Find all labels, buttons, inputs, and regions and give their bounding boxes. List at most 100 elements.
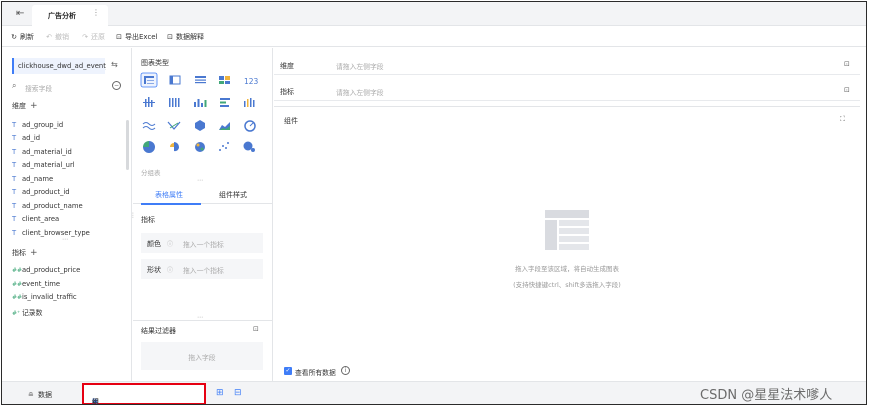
- redo-button[interactable]: ↷ 还原: [81, 32, 105, 42]
- map-chart-icon[interactable]: [195, 142, 205, 152]
- grouped-bar-icon[interactable]: [169, 98, 180, 107]
- dimension-field[interactable]: Tad_name: [12, 175, 53, 183]
- text-type-icon: T: [12, 148, 17, 156]
- area-chart-icon[interactable]: [219, 122, 230, 130]
- text-type-icon: T: [12, 229, 17, 237]
- lock-icon[interactable]: ⊡: [253, 325, 259, 333]
- combo-chart-icon[interactable]: [167, 121, 181, 130]
- text-type-icon: T: [12, 215, 17, 223]
- detail-table-icon[interactable]: [195, 76, 206, 84]
- switch-dataset-icon[interactable]: ⇆: [111, 60, 118, 69]
- empty-hint: 拖入字段至该区域，将自动生成图表: [515, 265, 619, 273]
- gauge-chart-icon[interactable]: [244, 120, 256, 132]
- dimension-field[interactable]: Tad_material_url: [12, 161, 75, 169]
- result-filter-section: 结果过滤器 ⊡ 拖入字段: [133, 320, 273, 381]
- add-metric-icon[interactable]: +: [30, 248, 38, 258]
- tab-data[interactable]: ≘ 数据: [28, 390, 52, 400]
- data-explain-button[interactable]: ⊡ 数据解释: [166, 32, 204, 42]
- expand-icon[interactable]: ⛶: [840, 115, 845, 124]
- kpi-number-icon[interactable]: 123: [244, 77, 259, 86]
- rose-chart-icon[interactable]: [170, 142, 180, 152]
- horizontal-bar-icon[interactable]: [220, 98, 230, 107]
- refresh-button[interactable]: ↻ 刷新: [10, 32, 34, 42]
- bar-chart-icon[interactable]: [143, 97, 155, 107]
- dimension-field[interactable]: Tad_id: [12, 134, 40, 142]
- toolbar: ↻ 刷新 ↶ 撤销 ↷ 还原 ⊡ 导出Excel ⊡ 数据解释: [2, 27, 866, 47]
- stacked-bar-icon[interactable]: [194, 99, 207, 107]
- field-search[interactable]: ⌕ 搜索字段 −: [12, 81, 121, 93]
- lock-icon[interactable]: ⊡: [844, 60, 850, 68]
- bubble-chart-icon[interactable]: [243, 141, 256, 153]
- chart-type-label: 图表类型: [141, 59, 169, 67]
- text-type-icon: T: [12, 134, 17, 142]
- tab-title: 广告分析: [48, 12, 76, 20]
- more-icon[interactable]: ⋮: [92, 8, 100, 17]
- watermark: CSDN @星星法术嗲人: [700, 388, 833, 403]
- empty-hint-shortcut: (支持快捷键ctrl、shift多选拖入字段): [513, 281, 621, 289]
- export-excel-button[interactable]: ⊡ 导出Excel: [115, 32, 157, 42]
- resize-grip-icon[interactable]: ⋯: [197, 177, 203, 184]
- svg-text:123: 123: [244, 77, 259, 86]
- radar-chart-icon[interactable]: [195, 120, 205, 131]
- add-widget-icon[interactable]: ⊞: [216, 388, 224, 398]
- exit-icon[interactable]: ⇤: [16, 8, 24, 19]
- pie-chart-icon[interactable]: [143, 141, 155, 153]
- dimension-field[interactable]: Tclient_area: [12, 215, 59, 223]
- help-icon[interactable]: ⓘ: [167, 239, 173, 248]
- info-icon[interactable]: i: [341, 366, 350, 375]
- numeric-type-icon: ##: [12, 294, 23, 301]
- dimension-field[interactable]: Tad_product_id: [12, 188, 70, 196]
- waterfall-icon[interactable]: [244, 98, 255, 107]
- field-panel: clickhouse_dwd_ad_event_... ⇆ ⌕ 搜索字段 − 维…: [2, 48, 132, 381]
- canvas-area: 维度 请拖入左侧字段 ⊡ 指标 请拖入左侧字段 ⊡ 组件 ⛶ 拖入字段至该区域，…: [274, 48, 866, 381]
- tab-table-properties[interactable]: 表格属性: [155, 190, 183, 200]
- dimension-field[interactable]: Tad_material_id: [12, 148, 72, 156]
- grouped-table-icon[interactable]: [219, 76, 230, 84]
- search-placeholder: 搜索字段: [25, 85, 53, 93]
- text-type-icon: T: [12, 121, 17, 129]
- tab-widget[interactable]: ▣组件: [82, 383, 206, 404]
- resize-grip-icon[interactable]: ⋯: [62, 236, 68, 243]
- filter-drop-zone[interactable]: 拖入字段: [141, 342, 263, 370]
- shape-drop-zone[interactable]: 形状 ⓘ 拖入一个指标: [141, 259, 263, 279]
- refresh-icon: ↻: [11, 33, 17, 41]
- metric-shelf[interactable]: 指标 请拖入左侧字段 ⊡: [274, 79, 860, 101]
- dimension-shelf[interactable]: 维度 请拖入左侧字段 ⊡: [274, 53, 860, 75]
- help-icon[interactable]: ⓘ: [167, 265, 173, 274]
- metric-field[interactable]: #⁺ 记录数: [12, 307, 42, 317]
- database-icon: ≘: [28, 391, 34, 399]
- group-table-label: 分组表: [141, 169, 161, 177]
- line-chart-icon[interactable]: [142, 122, 156, 130]
- metric-field[interactable]: ##is_invalid_traffic: [12, 293, 77, 301]
- dimension-field[interactable]: Tad_product_name: [12, 202, 83, 210]
- scatter-chart-icon[interactable]: [219, 142, 229, 151]
- add-dashboard-icon[interactable]: ⊟: [234, 388, 242, 398]
- lock-icon[interactable]: ⊡: [844, 86, 850, 94]
- cross-table-icon[interactable]: [169, 75, 181, 85]
- numeric-type-icon: ##: [12, 281, 23, 288]
- widget-canvas[interactable]: 组件 ⛶ 拖入字段至该区域，将自动生成图表 (支持快捷键ctrl、shift多选…: [274, 106, 860, 381]
- color-drop-zone[interactable]: 颜色 ⓘ 拖入一个指标: [141, 233, 263, 253]
- add-dimension-icon[interactable]: +: [30, 101, 38, 111]
- undo-icon: ↶: [46, 33, 52, 41]
- metric-field[interactable]: ##ad_product_price: [12, 266, 80, 274]
- table-chart-icon[interactable]: [140, 72, 158, 88]
- record-count-icon: #⁺: [12, 310, 21, 317]
- property-tabs: 表格属性 组件样式: [133, 184, 273, 205]
- numeric-type-icon: ##: [12, 267, 23, 274]
- export-icon: ⊡: [116, 33, 122, 41]
- view-all-label: 查看所有数据: [295, 369, 336, 377]
- dimension-field[interactable]: Tad_group_id: [12, 121, 63, 129]
- text-type-icon: T: [12, 202, 17, 210]
- dimension-scrollbar[interactable]: [126, 120, 129, 170]
- view-all-checkbox[interactable]: ✓: [284, 367, 292, 375]
- metric-section-label: 指标: [141, 216, 155, 224]
- dimension-field[interactable]: Tclient_browser_type: [12, 229, 90, 237]
- dimensions-header: 维度 +: [12, 101, 38, 111]
- collapse-icon[interactable]: −: [112, 81, 121, 90]
- tab-widget-style[interactable]: 组件样式: [219, 190, 247, 200]
- metric-field[interactable]: ##event_time: [12, 280, 60, 288]
- text-type-icon: T: [12, 175, 17, 183]
- dataset-selector[interactable]: clickhouse_dwd_ad_event_...: [12, 58, 106, 74]
- undo-button[interactable]: ↶ 撤销: [45, 32, 69, 42]
